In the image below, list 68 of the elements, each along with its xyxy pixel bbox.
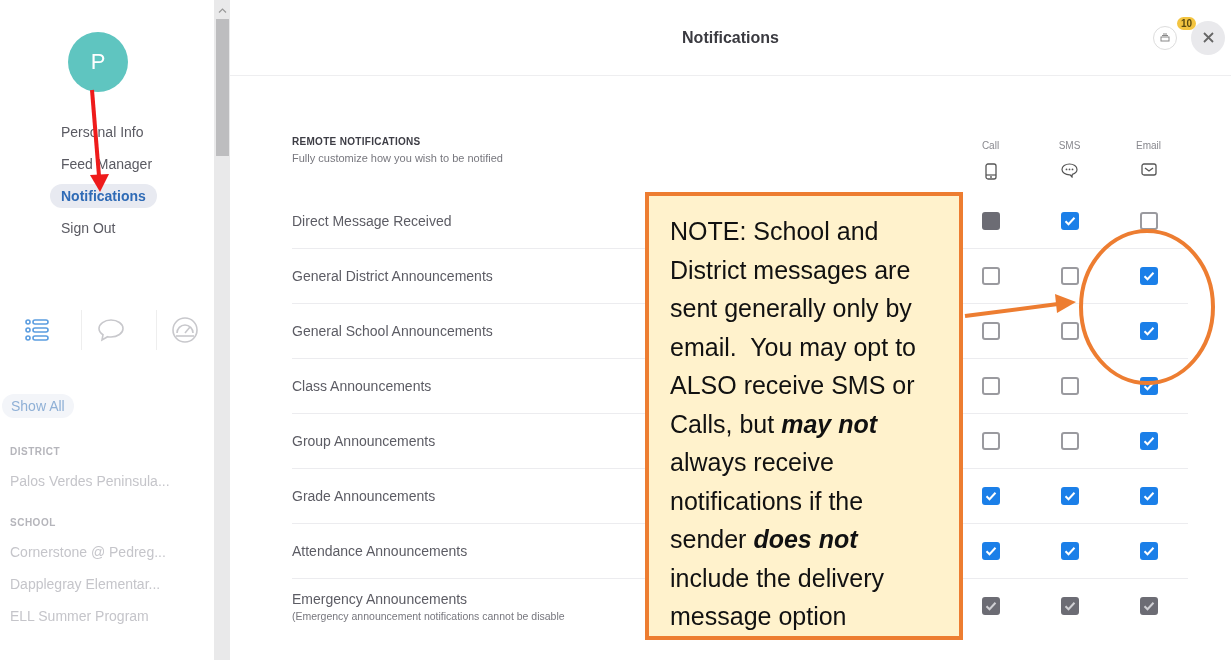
checkbox[interactable] [981, 487, 1000, 505]
group-heading: SCHOOL [10, 517, 57, 528]
setting-label: Grade Announcements [292, 488, 436, 504]
setting-label: Group Announcements [292, 433, 436, 449]
menu-item[interactable]: Sign Out [50, 216, 127, 240]
avatar[interactable]: P [68, 32, 128, 92]
check-icon [1142, 436, 1155, 446]
setting-label: General School Announcements [292, 323, 493, 339]
check-icon [1063, 546, 1076, 556]
checkbox[interactable] [1060, 487, 1079, 505]
list-icon[interactable] [24, 319, 49, 341]
speech-bubble-icon [1061, 163, 1078, 178]
column-label: Email [1136, 140, 1161, 151]
setting-label: Class Announcements [292, 378, 432, 394]
show-all-button[interactable]: Show All [2, 394, 74, 418]
sidebar-item[interactable]: Palos Verdes Peninsula... [10, 473, 214, 489]
phone-icon [984, 163, 997, 180]
checkbox[interactable] [1139, 322, 1158, 340]
checkbox[interactable] [1139, 212, 1158, 230]
checkbox[interactable] [981, 432, 1000, 450]
check-icon [984, 546, 997, 556]
checkbox[interactable] [1060, 322, 1079, 340]
section-subtitle: Fully customize how you wish to be notified [292, 152, 504, 164]
checkbox[interactable] [1139, 432, 1158, 450]
checkbox[interactable] [1139, 487, 1158, 505]
check-icon [984, 601, 997, 611]
count-badge: 10 [1177, 16, 1197, 30]
setting-label: Direct Message Received [292, 213, 452, 229]
caret-icon[interactable] [217, 8, 227, 13]
panel-title: Notifications [682, 28, 779, 46]
setting-label: Emergency Announcements [292, 590, 468, 607]
column-label: SMS [1058, 140, 1081, 151]
checkbox[interactable] [1060, 432, 1079, 450]
section-heading: REMOTE NOTIFICATIONS [292, 136, 422, 147]
scrollbar-thumb[interactable] [215, 19, 229, 156]
sidebar-item[interactable]: ELL Summer Program [10, 608, 214, 624]
checkbox[interactable] [1139, 267, 1158, 285]
checkbox[interactable] [981, 322, 1000, 340]
check-icon [1142, 546, 1155, 556]
setting-label: General District Announcements [292, 268, 493, 284]
checkbox[interactable] [981, 377, 1000, 395]
checkbox[interactable] [1139, 542, 1158, 560]
checkbox[interactable] [1060, 212, 1079, 230]
close-button[interactable] [1191, 20, 1225, 55]
check-icon [1142, 326, 1155, 336]
checkbox[interactable] [1060, 267, 1079, 285]
check-icon [1142, 491, 1155, 501]
setting-note: (Emergency announcement notifications cannot be disable [292, 609, 565, 622]
check-icon [1063, 601, 1076, 611]
sidebar-item[interactable]: Dapplegray Elementar... [10, 576, 214, 592]
envelope-icon [1140, 163, 1157, 176]
checkbox[interactable] [981, 267, 1000, 285]
sidebar-item[interactable]: Cornerstone @ Pedreg... [10, 544, 214, 560]
column-label: Call [981, 140, 1000, 151]
check-icon [1142, 271, 1155, 281]
group-heading: DISTRICT [10, 446, 62, 457]
menu-item[interactable]: Notifications [50, 184, 157, 208]
check-icon [1063, 491, 1076, 501]
inbox-icon [1160, 33, 1170, 42]
setting-label: Attendance Announcements [292, 543, 468, 559]
check-icon [1063, 216, 1076, 226]
checkbox[interactable] [1060, 542, 1079, 560]
check-icon [984, 491, 997, 501]
checkbox[interactable] [1060, 377, 1079, 395]
check-icon [1142, 601, 1155, 611]
checkbox[interactable] [981, 542, 1000, 560]
close-icon [1202, 32, 1214, 43]
note-text: NOTE: School and District messages are sent generally only by email. You may opt to ALSO receive SMS or Calls, but may not always receive notifications if the sender does not include the delivery message option [669, 216, 917, 632]
